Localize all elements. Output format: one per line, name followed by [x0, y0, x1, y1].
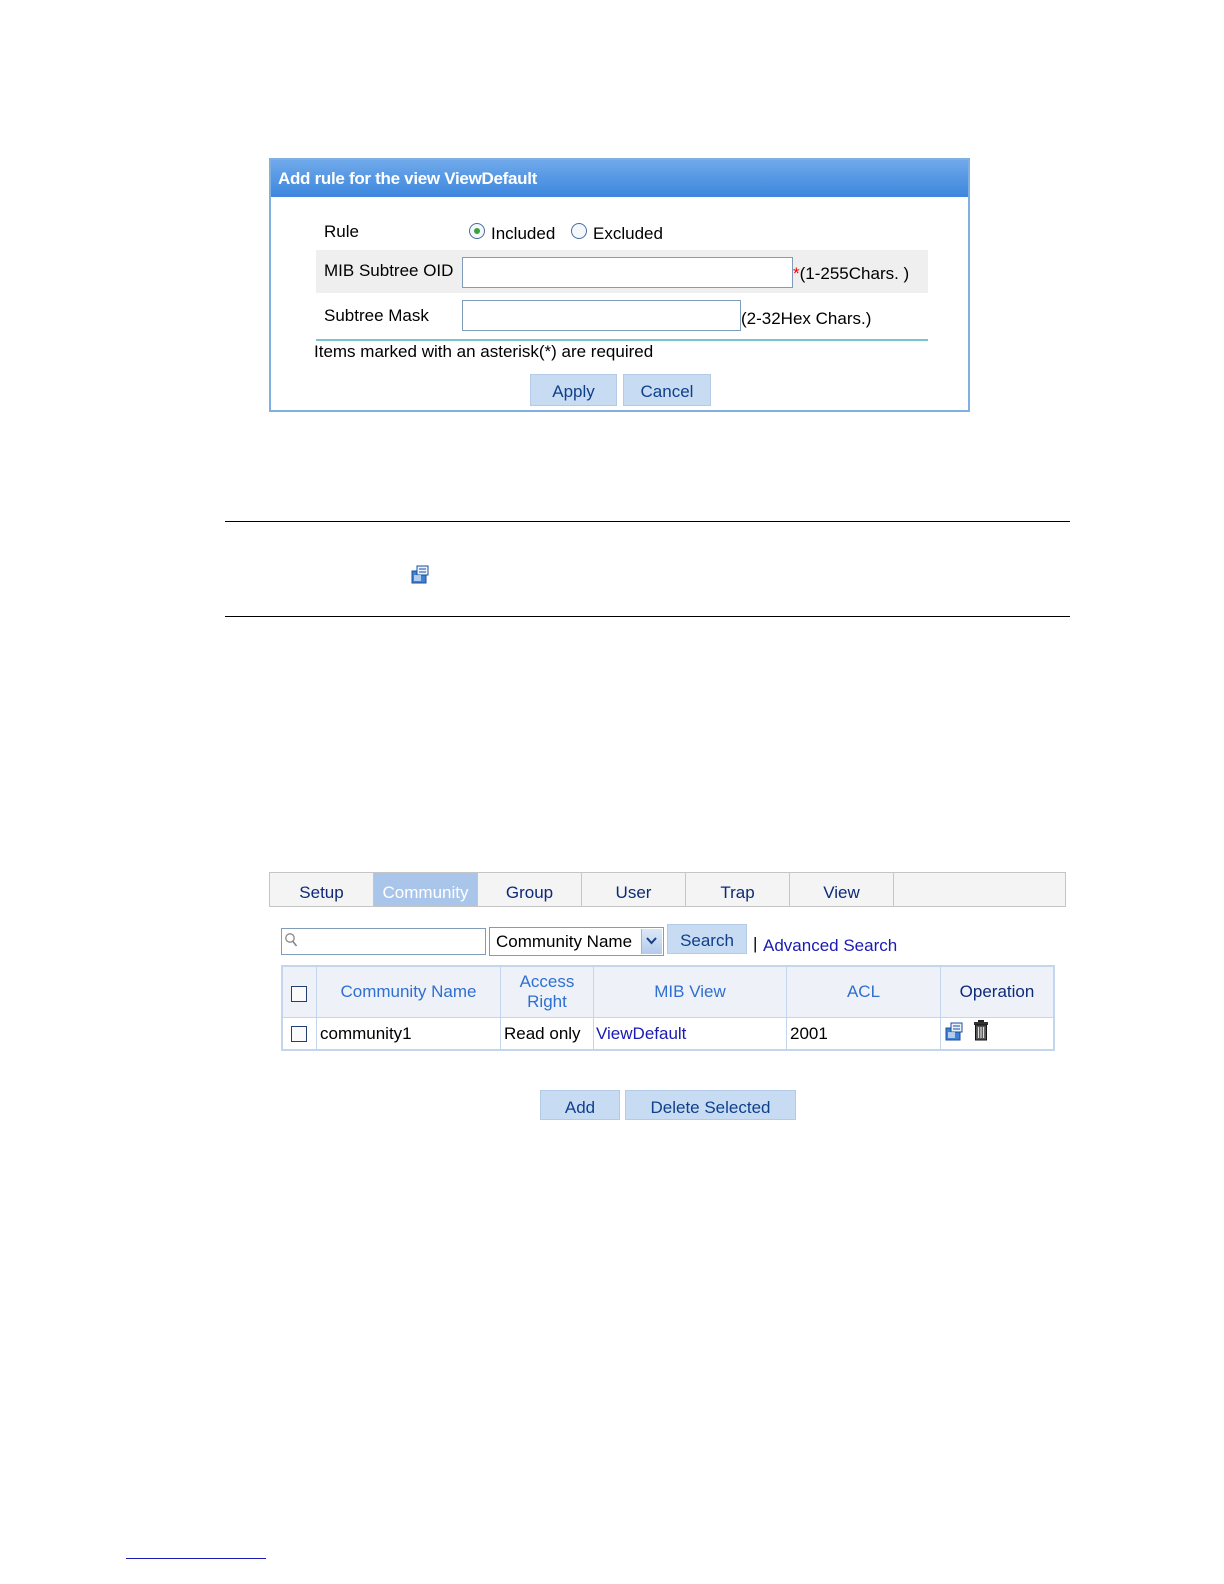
- oid-hint: *(1-255Chars. ): [793, 264, 909, 284]
- cell-access-right: Read only: [504, 1024, 581, 1043]
- add-button[interactable]: Add: [540, 1090, 620, 1120]
- tab-setup[interactable]: Setup: [270, 873, 374, 906]
- rule-row: Rule Included Excluded: [316, 220, 928, 250]
- dialog-title: Add rule for the view ViewDefault: [271, 160, 968, 197]
- chevron-down-icon[interactable]: [641, 929, 662, 954]
- cell-community-name: community1: [320, 1024, 412, 1043]
- excluded-radio[interactable]: [571, 223, 587, 239]
- header-community-name[interactable]: Community Name: [317, 967, 500, 1017]
- tab-trap[interactable]: Trap: [686, 873, 790, 906]
- search-input[interactable]: [281, 928, 486, 955]
- rule-label: Rule: [324, 222, 359, 241]
- cell-mib-view-link[interactable]: ViewDefault: [596, 1018, 686, 1049]
- delete-selected-button[interactable]: Delete Selected: [625, 1090, 796, 1120]
- search-separator: |: [753, 934, 758, 953]
- add-rule-dialog: Add rule for the view ViewDefault Rule I…: [269, 158, 970, 412]
- footnote-rule: [126, 1558, 266, 1559]
- search-field-select[interactable]: Community Name: [489, 927, 664, 956]
- advanced-search-link[interactable]: Advanced Search: [763, 936, 897, 956]
- tab-group[interactable]: Group: [478, 873, 582, 906]
- trash-icon[interactable]: [973, 1019, 989, 1041]
- tab-filler: [894, 873, 1065, 906]
- header-access-right-line1: Access: [519, 972, 575, 991]
- oid-hint-text: (1-255Chars. ): [799, 264, 910, 283]
- cancel-button[interactable]: Cancel: [623, 374, 711, 406]
- apply-button[interactable]: Apply: [530, 374, 617, 406]
- tab-community[interactable]: Community: [374, 873, 478, 906]
- subtree-mask-input[interactable]: [462, 300, 741, 331]
- required-note: Items marked with an asterisk(*) are req…: [314, 342, 654, 361]
- mask-label: Subtree Mask: [324, 306, 429, 325]
- required-asterisk: *: [793, 264, 800, 283]
- included-radio[interactable]: [469, 223, 485, 239]
- mask-row: Subtree Mask (2-32Hex Chars.): [316, 293, 928, 341]
- oid-row: MIB Subtree OID *(1-255Chars. ): [316, 250, 928, 293]
- mask-hint: (2-32Hex Chars.): [741, 309, 872, 328]
- excluded-label: Excluded: [593, 224, 663, 243]
- header-access-right-line2: Right: [527, 992, 567, 1011]
- header-mib-view[interactable]: MIB View: [594, 967, 786, 1017]
- note-top-rule: [225, 521, 1070, 522]
- included-label: Included: [491, 224, 556, 243]
- search-icon: [284, 932, 298, 953]
- select-all-checkbox[interactable]: [291, 986, 307, 1002]
- cell-acl: 2001: [790, 1024, 828, 1043]
- note-bottom-rule: [225, 616, 1070, 617]
- tab-user[interactable]: User: [582, 873, 686, 906]
- row-checkbox[interactable]: [291, 1026, 307, 1042]
- snmp-tabs: Setup Community Group User Trap View: [269, 872, 1066, 907]
- community-table: Community Name Access Right MIB View ACL…: [281, 965, 1055, 1051]
- oid-label: MIB Subtree OID: [324, 261, 454, 280]
- tab-view[interactable]: View: [790, 873, 894, 906]
- search-field-value: Community Name: [496, 932, 633, 951]
- edit-icon[interactable]: [944, 1020, 966, 1042]
- header-acl[interactable]: ACL: [787, 967, 940, 1017]
- header-access-right[interactable]: Access Right: [501, 967, 593, 1017]
- edit-icon: [410, 563, 432, 585]
- search-button[interactable]: Search: [667, 924, 747, 954]
- mib-subtree-oid-input[interactable]: [462, 257, 793, 288]
- header-operation: Operation: [959, 982, 1035, 1001]
